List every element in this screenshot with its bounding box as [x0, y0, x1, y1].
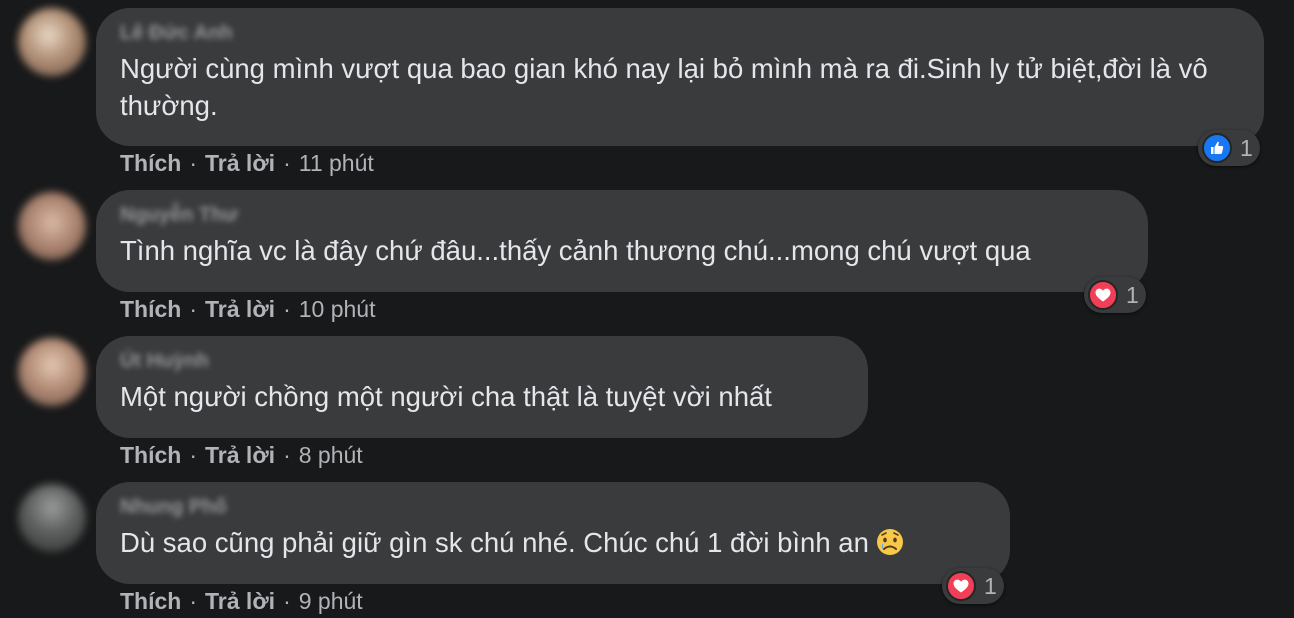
comment-bubble: Nguyễn Thư Tình nghĩa vc là đây chứ đâu.…: [96, 190, 1148, 292]
comment-actions: Thích · Trả lời · 10 phút: [120, 296, 375, 323]
reaction-summary[interactable]: 1: [1084, 277, 1146, 313]
avatar[interactable]: [18, 192, 86, 260]
comment-text: Tình nghĩa vc là đây chứ đâu...thấy cảnh…: [120, 235, 1031, 266]
like-button[interactable]: Thích: [120, 442, 181, 468]
reaction-summary[interactable]: 1: [1198, 130, 1260, 166]
comment-time[interactable]: 9 phút: [299, 588, 363, 614]
separator: ·: [189, 150, 198, 176]
comment-text-content: Dù sao cũng phải giữ gìn sk chú nhé. Chú…: [120, 527, 869, 558]
love-icon: [1088, 280, 1118, 310]
reaction-count: 1: [984, 572, 997, 599]
separator: ·: [283, 588, 291, 614]
like-button[interactable]: Thích: [120, 296, 181, 322]
comment-text: Một người chồng một người cha thật là tu…: [120, 381, 772, 412]
comment-author[interactable]: Nguyễn Thư: [120, 204, 1124, 232]
comment-actions: Thích · Trả lời · 8 phút: [120, 442, 363, 469]
comment-bubble: Lê Đức Anh Người cùng mình vượt qua bao …: [96, 8, 1264, 146]
reply-button[interactable]: Trả lời: [205, 296, 275, 322]
like-button[interactable]: Thích: [120, 150, 181, 176]
separator: ·: [283, 296, 291, 322]
reply-button[interactable]: Trả lời: [205, 150, 275, 176]
separator: ·: [189, 588, 198, 614]
separator: ·: [283, 442, 291, 468]
comment-author[interactable]: Nhung Phố: [120, 496, 986, 524]
reaction-count: 1: [1240, 134, 1253, 161]
comment-time[interactable]: 10 phút: [299, 296, 376, 322]
comment-text: Người cùng mình vượt qua bao gian khó na…: [120, 53, 1208, 121]
comment-text: Dù sao cũng phải giữ gìn sk chú nhé. Chú…: [120, 524, 986, 561]
comment-author[interactable]: Út Huỳnh: [120, 350, 844, 378]
comment-time[interactable]: 8 phút: [299, 442, 363, 468]
comment-author[interactable]: Lê Đức Anh: [120, 22, 1240, 50]
love-icon: [946, 571, 976, 601]
reply-button[interactable]: Trả lời: [205, 442, 275, 468]
separator: ·: [189, 442, 198, 468]
like-button[interactable]: Thích: [120, 588, 181, 614]
avatar[interactable]: [18, 484, 86, 552]
reaction-summary[interactable]: 1: [942, 568, 1004, 604]
comment-actions: Thích · Trả lời · 9 phút: [120, 588, 363, 615]
separator: ·: [189, 296, 198, 322]
avatar[interactable]: [18, 338, 86, 406]
comment-bubble: Út Huỳnh Một người chồng một người cha t…: [96, 336, 868, 438]
comment-bubble: Nhung Phố Dù sao cũng phải giữ gìn sk ch…: [96, 482, 1010, 584]
reply-button[interactable]: Trả lời: [205, 588, 275, 614]
comment-time[interactable]: 11 phút: [299, 150, 374, 176]
avatar[interactable]: [18, 8, 86, 76]
separator: ·: [283, 150, 291, 176]
reaction-count: 1: [1126, 281, 1139, 308]
comment-actions: Thích · Trả lời · 11 phút: [120, 150, 374, 177]
like-icon: [1202, 133, 1232, 163]
sad-tear-emoji-icon: [876, 529, 903, 555]
